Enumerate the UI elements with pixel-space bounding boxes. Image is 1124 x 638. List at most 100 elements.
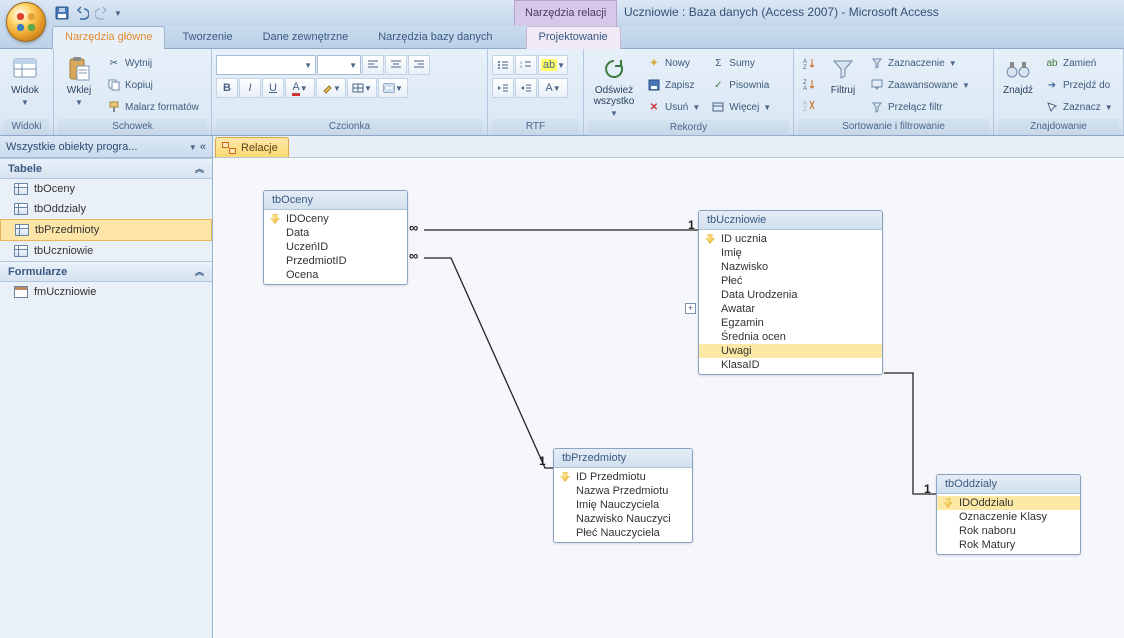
field-nazwisko[interactable]: Nazwisko — [699, 260, 882, 274]
cut-button[interactable]: ✂Wytnij — [103, 53, 203, 73]
format-painter-button[interactable]: Malarz formatów — [103, 97, 203, 117]
expand-icon[interactable]: + — [685, 303, 696, 314]
field-sredniaocen[interactable]: Średnia ocen — [699, 330, 882, 344]
field-klasaid[interactable]: KlasaID — [699, 358, 882, 372]
gridlines-button[interactable]: ▼ — [347, 78, 377, 98]
workspace: Wszystkie obiekty progra...▼ « Tabele︽ t… — [0, 136, 1124, 638]
office-button[interactable] — [6, 2, 46, 42]
alt-row-color-button[interactable]: ▼ — [378, 78, 408, 98]
sort-desc-button[interactable]: ZA — [798, 74, 820, 94]
text-direction-button[interactable]: A▼ — [538, 78, 568, 98]
bullets-button[interactable] — [492, 55, 514, 75]
field-przedmiotid[interactable]: PrzedmiotID — [264, 254, 407, 268]
align-right-button[interactable] — [408, 55, 430, 75]
field-imie[interactable]: Imię — [699, 246, 882, 260]
new-record-button[interactable]: ✦Nowy — [643, 53, 704, 73]
navpane-table-tbprzedmioty[interactable]: tbPrzedmioty — [0, 219, 212, 241]
numbering-button[interactable]: 12 — [515, 55, 537, 75]
field-idprzedmiotu[interactable]: ID Przedmiotu — [554, 470, 692, 484]
text-highlight-button[interactable]: ab▼ — [538, 55, 568, 75]
field-idoddzialu[interactable]: IDOddzialu — [937, 496, 1080, 510]
sort-asc-button[interactable]: AZ — [798, 53, 820, 73]
field-egzamin[interactable]: Egzamin — [699, 316, 882, 330]
navpane-header[interactable]: Wszystkie obiekty progra...▼ « — [0, 136, 212, 158]
field-plec[interactable]: Płeć — [699, 274, 882, 288]
navpane-category-forms[interactable]: Formularze︽ — [0, 261, 212, 282]
delete-record-button[interactable]: ✕Usuń ▼ — [643, 97, 704, 117]
navpane-table-tbuczniowie[interactable]: tbUczniowie — [0, 241, 212, 261]
save-icon[interactable] — [54, 5, 70, 21]
undo-icon[interactable] — [74, 5, 90, 21]
field-dataurodzenia[interactable]: Data Urodzenia — [699, 288, 882, 302]
copy-button[interactable]: Kopiuj — [103, 75, 203, 95]
font-color-button[interactable]: A▼ — [285, 78, 315, 98]
refresh-all-button[interactable]: Odświeżwszystko▼ — [588, 53, 640, 120]
field-roknaboru[interactable]: Rok naboru — [937, 524, 1080, 538]
font-size-box[interactable]: ▼ — [317, 55, 361, 75]
spelling-button[interactable]: ✓Pisownia — [707, 75, 775, 95]
fill-color-button[interactable]: ▼ — [316, 78, 346, 98]
spellcheck-icon: ✓ — [711, 78, 725, 92]
group-sortfilter: AZ ZA AZ Filtruj Zaznaczenie ▼ Zaawansow… — [794, 49, 994, 135]
group-find-label: Znajdowanie — [998, 119, 1119, 135]
align-center-button[interactable] — [385, 55, 407, 75]
binoculars-icon — [1004, 55, 1032, 83]
increase-indent-button[interactable] — [515, 78, 537, 98]
doctab-relacje[interactable]: Relacje — [215, 137, 289, 157]
filter-button[interactable]: Filtruj — [823, 53, 863, 98]
qat-customize-icon[interactable]: ▼ — [114, 9, 122, 18]
view-button[interactable]: Widok▼ — [4, 53, 46, 109]
field-data[interactable]: Data — [264, 226, 407, 240]
italic-button[interactable]: I — [239, 78, 261, 98]
tab-external-data[interactable]: Dane zewnętrzne — [250, 26, 362, 49]
field-ocena[interactable]: Ocena — [264, 268, 407, 282]
navpane-table-tboddzialy[interactable]: tbOddzialy — [0, 199, 212, 219]
goto-button[interactable]: ➜Przejdź do — [1041, 75, 1117, 95]
toggle-filter-button[interactable]: Przełącz filtr — [866, 97, 974, 117]
field-idoceny[interactable]: IDOceny — [264, 212, 407, 226]
sort-desc-icon: ZA — [802, 77, 816, 91]
relbox-tboddzialy[interactable]: tbOddzialy IDOddzialu Oznaczenie Klasy R… — [936, 474, 1081, 555]
tab-create[interactable]: Tworzenie — [169, 26, 245, 49]
tab-home[interactable]: Narzędzia główne — [52, 26, 165, 49]
clear-sort-button[interactable]: AZ — [798, 95, 820, 115]
table-icon — [14, 245, 28, 257]
field-nazwiskonauczyci[interactable]: Nazwisko Nauczyci — [554, 512, 692, 526]
more-button[interactable]: Więcej ▼ — [707, 97, 775, 117]
tab-database-tools[interactable]: Narzędzia bazy danych — [365, 26, 505, 49]
relbox-tboceny[interactable]: tbOceny IDOceny Data UczeńID PrzedmiotID… — [263, 190, 408, 285]
field-plecnauczyciela[interactable]: Płeć Nauczyciela — [554, 526, 692, 540]
advanced-filter-button[interactable]: Zaawansowane ▼ — [866, 75, 974, 95]
navpane-category-tables[interactable]: Tabele︽ — [0, 158, 212, 179]
navpane-table-tboceny[interactable]: tbOceny — [0, 179, 212, 199]
totals-button[interactable]: ΣSumy — [707, 53, 775, 73]
field-uczenid[interactable]: UczeńID — [264, 240, 407, 254]
redo-icon[interactable] — [94, 5, 110, 21]
form-icon — [14, 286, 28, 298]
relationships-canvas[interactable]: ∞ 1 ∞ 1 ∞ 1 tbOceny IDOceny Data UczeńID… — [213, 158, 1124, 638]
tab-design[interactable]: Projektowanie — [526, 26, 621, 49]
relbox-tbprzedmioty[interactable]: tbPrzedmioty ID Przedmiotu Nazwa Przedmi… — [553, 448, 693, 543]
table-icon — [14, 203, 28, 215]
font-name-box[interactable]: ▼ — [216, 55, 316, 75]
save-record-button[interactable]: Zapisz — [643, 75, 704, 95]
find-button[interactable]: Znajdź — [998, 53, 1038, 98]
field-nazwaprzedmiotu[interactable]: Nazwa Przedmiotu — [554, 484, 692, 498]
field-rokmatury[interactable]: Rok Matury — [937, 538, 1080, 552]
align-left-button[interactable] — [362, 55, 384, 75]
relbox-tbuczniowie[interactable]: tbUczniowie ID ucznia Imię Nazwisko Płeć… — [698, 210, 883, 375]
selection-filter-button[interactable]: Zaznaczenie ▼ — [866, 53, 974, 73]
paste-button[interactable]: Wklej▼ — [58, 53, 100, 109]
field-awatar[interactable]: +Awatar — [699, 302, 882, 316]
field-oznaczenieklasy[interactable]: Oznaczenie Klasy — [937, 510, 1080, 524]
decrease-indent-button[interactable] — [492, 78, 514, 98]
field-uwagi[interactable]: Uwagi — [699, 344, 882, 358]
select-button[interactable]: Zaznacz ▼ — [1041, 97, 1117, 117]
bold-button[interactable]: B — [216, 78, 238, 98]
group-records-label: Rekordy — [588, 120, 789, 136]
navpane-form-fmuczniowie[interactable]: fmUczniowie — [0, 282, 212, 302]
field-imienauczyciela[interactable]: Imię Nauczyciela — [554, 498, 692, 512]
replace-button[interactable]: abZamień — [1041, 53, 1117, 73]
field-iducznia[interactable]: ID ucznia — [699, 232, 882, 246]
underline-button[interactable]: U — [262, 78, 284, 98]
